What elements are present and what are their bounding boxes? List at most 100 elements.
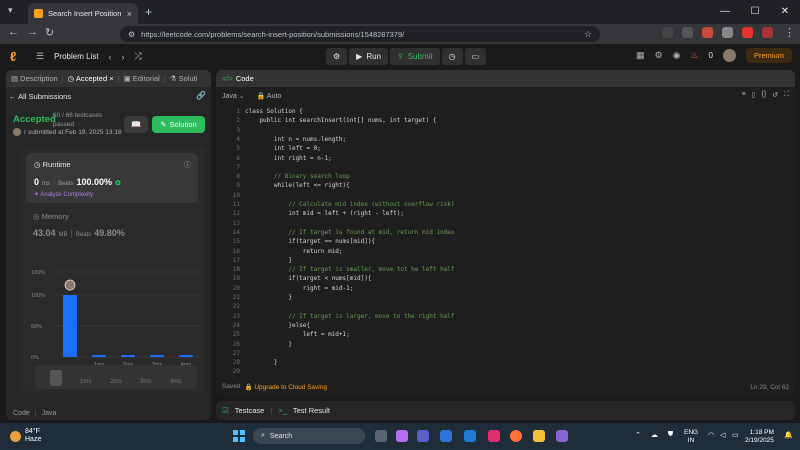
code-line[interactable]: 24 }else{ — [216, 322, 795, 331]
reset-icon[interactable]: ↺ — [772, 91, 778, 99]
info-icon[interactable]: ⓘ — [184, 160, 191, 170]
code-line[interactable]: 26 } — [216, 341, 795, 350]
code-line[interactable]: 3 — [216, 127, 795, 136]
shuffle-icon[interactable]: ⤮ — [135, 51, 142, 62]
app-icon[interactable] — [556, 430, 568, 442]
close-window-icon[interactable]: ✕ — [770, 0, 800, 22]
notification-icon[interactable]: ◉ — [673, 50, 681, 61]
upgrade-link[interactable]: 🔒 Upgrade to Cloud Saving — [244, 383, 327, 391]
code-line[interactable]: 28 } — [216, 359, 795, 368]
close-tab-icon[interactable]: × — [127, 9, 132, 19]
tab-description[interactable]: ▤ Description — [11, 74, 58, 83]
battery-icon[interactable]: ▭ — [732, 431, 739, 439]
file-explorer-icon[interactable] — [533, 430, 545, 442]
code-line[interactable]: 5 int left = 0; — [216, 145, 795, 154]
tab-solutions[interactable]: ⚗ Soluti — [170, 74, 198, 83]
all-submissions-link[interactable]: ← All Submissions — [9, 92, 71, 101]
tab-list-icon[interactable]: ▾ — [8, 5, 13, 16]
fullscreen-icon[interactable]: ⛶ — [784, 91, 789, 99]
bar-0ms[interactable] — [63, 295, 77, 357]
code-line[interactable]: 22 — [216, 303, 795, 312]
browser-menu-icon[interactable]: ⋮ — [784, 26, 795, 39]
layout-icon[interactable]: ▦ — [636, 50, 645, 61]
profile-icon[interactable] — [762, 27, 773, 38]
avatar[interactable] — [722, 49, 736, 62]
code-line[interactable]: 8 // Binary search loop — [216, 173, 795, 182]
auto-mode[interactable]: 🔒 Auto — [257, 92, 282, 100]
chart-range-slider[interactable]: 1ms 2ms 3ms 4ms — [35, 365, 197, 389]
tab-test-result[interactable]: Test Result — [293, 406, 330, 415]
analyze-complexity-link[interactable]: ✦ Analyze Complexity — [34, 191, 93, 198]
bar-2ms[interactable] — [121, 355, 135, 358]
bar-1ms[interactable] — [92, 355, 106, 358]
code-line[interactable]: 21 } — [216, 294, 795, 303]
submit-button[interactable]: ⇪ Submit — [390, 48, 440, 65]
code-line[interactable]: 11 // Calculate mid index (without overf… — [216, 201, 795, 210]
notes-icon[interactable]: ▭ — [464, 48, 487, 65]
code-line[interactable]: 4 int n = nums.length; — [216, 136, 795, 145]
format-icon[interactable]: ≡ — [742, 91, 746, 99]
bookmark-star-icon[interactable]: ☆ — [584, 29, 592, 40]
firefox-icon[interactable] — [510, 430, 522, 442]
code-line[interactable]: 10 — [216, 192, 795, 201]
code-line[interactable]: 7 — [216, 164, 795, 173]
back-icon[interactable]: ← — [8, 26, 19, 38]
youtube-icon[interactable] — [742, 27, 753, 38]
address-bar[interactable]: ⚙ https://leetcode.com/problems/search-i… — [120, 26, 600, 42]
site-info-icon[interactable]: ⚙ — [128, 30, 135, 39]
code-line[interactable]: 15 if(target == nums[mid]){ — [216, 238, 795, 247]
debug-button[interactable]: ⚙ — [326, 48, 348, 65]
shield-icon[interactable]: ⛊ — [668, 431, 673, 439]
prev-problem-icon[interactable]: ‹ — [109, 52, 112, 62]
bookmark-icon[interactable]: ▯ — [752, 91, 756, 99]
streak-fire-icon[interactable]: ♨ — [690, 50, 698, 61]
leetcode-logo-icon[interactable]: ℓ — [10, 49, 22, 64]
instagram-icon[interactable] — [488, 430, 500, 442]
timer-icon[interactable]: ◷ — [441, 48, 463, 65]
memory-label[interactable]: ◎ Memory — [33, 212, 69, 221]
code-line[interactable]: 18 // If target is smaller, move tot he … — [216, 266, 795, 275]
code-line[interactable]: 2 public int searchInsert(int[] nums, in… — [216, 117, 795, 126]
browser-tab[interactable]: Search Insert Position - LeetCo × — [28, 3, 138, 24]
copilot-icon[interactable] — [396, 430, 408, 442]
code-line[interactable]: 9 while(left <= right){ — [216, 182, 795, 191]
new-tab-icon[interactable]: + — [145, 5, 152, 19]
code-line[interactable]: 6 int right = n-1; — [216, 155, 795, 164]
problem-list-link[interactable]: Problem List — [54, 52, 98, 61]
code-line[interactable]: 14 // If target is found at mid, return … — [216, 229, 795, 238]
range-handle[interactable] — [50, 370, 62, 386]
taskbar-search[interactable]: ⌕ Search — [253, 428, 365, 444]
next-problem-icon[interactable]: › — [122, 52, 125, 62]
code-line[interactable]: 16 return mid; — [216, 248, 795, 257]
tab-accepted[interactable]: ◷ Accepted × — [68, 74, 114, 83]
braces-icon[interactable]: {} — [762, 91, 767, 99]
code-line[interactable]: 23 // If target is larger, move to the r… — [216, 313, 795, 322]
tab-editorial[interactable]: ▣ Editorial — [124, 74, 160, 83]
code-line[interactable]: 27 — [216, 350, 795, 359]
bar-3ms[interactable] — [150, 355, 164, 358]
forward-icon[interactable]: → — [27, 26, 38, 38]
extension-icon[interactable] — [662, 27, 673, 38]
code-line[interactable]: 29 — [216, 368, 795, 377]
language-indicator[interactable]: ENG IN — [684, 429, 698, 445]
code-line[interactable]: 17 } — [216, 257, 795, 266]
extension-icon[interactable] — [682, 27, 693, 38]
wifi-icon[interactable]: ◠ — [708, 431, 714, 439]
premium-button[interactable]: Premium — [745, 48, 792, 63]
tray-chevron-icon[interactable]: ⌃ — [635, 431, 641, 439]
code-line[interactable]: 12 int mid = left + (right - left); — [216, 210, 795, 219]
share-link-icon[interactable]: 🔗 — [196, 91, 206, 100]
extension-icon[interactable] — [722, 27, 733, 38]
solution-button[interactable]: ✎ Solution — [152, 116, 205, 133]
code-line[interactable]: 25 left = mid+1; — [216, 331, 795, 340]
bar-4ms[interactable] — [179, 355, 193, 358]
clock[interactable]: 1:18 PM 2/19/2025 — [745, 429, 774, 445]
task-view-icon[interactable] — [375, 430, 387, 442]
teams-icon[interactable] — [417, 430, 429, 442]
code-line[interactable]: 20 right = mid-1; — [216, 285, 795, 294]
language-select[interactable]: Java ⌄ — [222, 92, 245, 100]
code-line[interactable]: 13 — [216, 220, 795, 229]
extension-icon[interactable] — [702, 27, 713, 38]
tab-testcase[interactable]: Testcase — [235, 406, 265, 415]
run-button[interactable]: ▶ Run — [349, 48, 389, 65]
